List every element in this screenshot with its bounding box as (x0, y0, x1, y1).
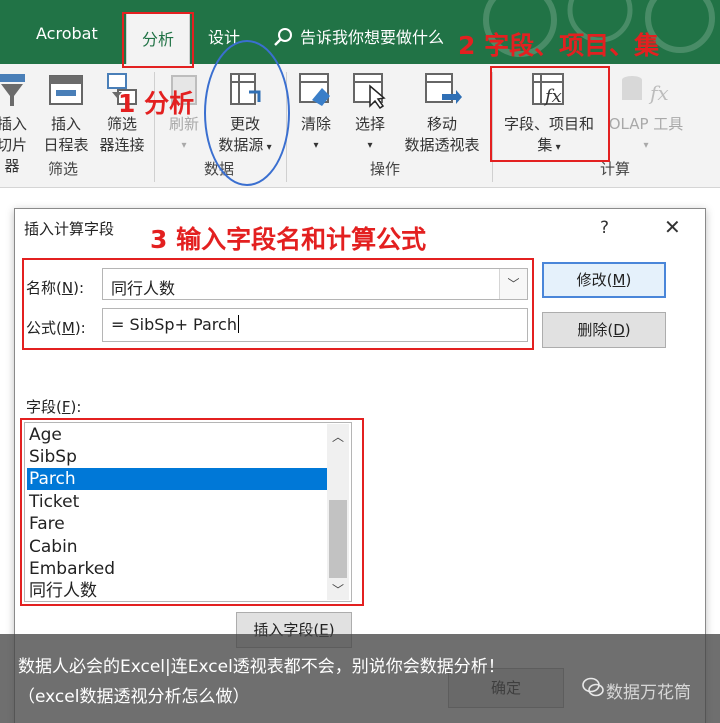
svg-text:fx: fx (648, 81, 669, 105)
tell-me-search[interactable]: 告诉我你想要做什么 (300, 24, 444, 48)
name-label-key: N (61, 279, 74, 297)
annotation-oval-change-source (204, 40, 290, 186)
refresh-dropdown-icon: ▾ (181, 140, 187, 151)
name-field-label: 名称(N): (26, 277, 84, 298)
dialog-title: 插入计算字段 (24, 220, 115, 238)
move-pivottable-label-1: 移动 (426, 115, 457, 133)
move-pivottable-icon (425, 73, 462, 104)
modify-end: ) (625, 271, 632, 289)
annotation-step-3: 3 输入字段名和计算公式 (150, 225, 427, 254)
select-dropdown-icon: ▾ (367, 140, 373, 151)
group-label-actions: 操作 (370, 160, 401, 178)
formula-label-text: 公式( (26, 319, 62, 337)
fields-label-end: ): (70, 398, 82, 416)
insert-timeline-label-2: 日程表 (43, 136, 89, 154)
close-icon[interactable]: ✕ (664, 215, 681, 239)
chevron-down-icon[interactable]: ﹀ (499, 269, 527, 299)
annotation-step-2: 2 字段、项目、集 (458, 31, 660, 60)
formula-text: = SibSp+ Parch (111, 315, 237, 334)
olap-tools-label: OLAP 工具 (608, 115, 684, 133)
lightbulb-search-icon (274, 28, 292, 46)
formula-input-value: = SibSp+ Parch (111, 315, 239, 334)
clear-dropdown-icon: ▾ (313, 140, 319, 151)
insert-timeline-label-1: 插入 (50, 115, 81, 133)
move-pivottable-label-2: 数据透视表 (404, 136, 480, 154)
help-button[interactable]: ? (600, 218, 609, 238)
fields-list-label: 字段(F): (26, 396, 81, 417)
caption-line-1: 数据人必会的Excel|连Excel透视表都不会，别说你会数据分析！ (18, 657, 505, 677)
group-label-filter: 筛选 (48, 160, 79, 178)
watermark-text: 数据万花筒 (606, 683, 691, 703)
modify-button[interactable]: 修改(M) (542, 262, 666, 298)
insert-timeline-button[interactable]: 插入 日程表 (40, 70, 92, 156)
fields-label-key: F (61, 398, 71, 416)
wechat-logo-icon (582, 677, 604, 697)
insert-slicer-button[interactable]: 插入 切片器 (0, 70, 30, 177)
insert-slicer-label-2: 切片器 (0, 136, 27, 175)
caption-line-2: （excel数据透视分析怎么做） (18, 687, 250, 707)
clear-eraser-icon (299, 73, 330, 106)
olap-tools-button[interactable]: fx OLAP 工具 ▾ (604, 70, 688, 156)
annotation-step-1: 1 分析 (118, 89, 195, 118)
modify-key: M (612, 271, 626, 289)
delete-key: D (613, 321, 625, 339)
delete-button[interactable]: 删除(D) (542, 312, 666, 348)
name-label-end: ): (73, 279, 84, 297)
annotation-box-fields-list (20, 418, 364, 606)
timeline-icon (49, 75, 83, 105)
fields-label-text: 字段( (26, 398, 62, 416)
annotation-box-analyze-tab (122, 12, 194, 68)
tab-acrobat[interactable]: Acrobat (36, 24, 98, 43)
clear-button[interactable]: 清除 ▾ (294, 70, 338, 156)
modify-label: 修改( (576, 271, 613, 289)
select-button[interactable]: 选择 ▾ (348, 70, 392, 156)
formula-input[interactable]: = SibSp+ Parch (102, 308, 528, 342)
olap-tools-dropdown-icon: ▾ (643, 140, 649, 151)
annotation-box-fields-items (490, 66, 610, 162)
olap-cube-icon: fx (622, 76, 669, 105)
formula-label-key: M (61, 319, 75, 337)
move-pivottable-button[interactable]: 移动 数据透视表 (396, 70, 488, 156)
name-label-text: 名称( (26, 279, 62, 297)
delete-end: ) (624, 321, 631, 339)
delete-label: 删除( (577, 321, 614, 339)
filter-connections-label-2: 器连接 (99, 136, 145, 154)
name-combobox[interactable]: 同行人数 ﹀ (102, 268, 528, 300)
select-cursor-icon (353, 73, 386, 110)
formula-field-label: 公式(M): (26, 317, 86, 338)
clear-label: 清除 (300, 115, 331, 133)
text-cursor (237, 315, 239, 333)
formula-label-end: ): (74, 319, 86, 337)
slicer-icon (0, 74, 25, 106)
insert-slicer-label-1: 插入 (0, 115, 27, 133)
name-combobox-value: 同行人数 (111, 279, 176, 298)
select-label: 选择 (354, 115, 385, 133)
